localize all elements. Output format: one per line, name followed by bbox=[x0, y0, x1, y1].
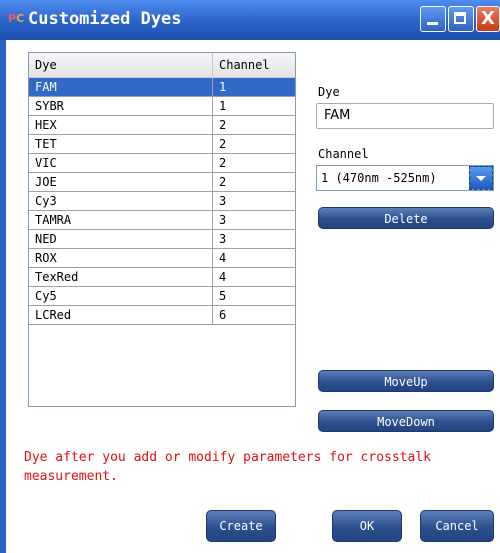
table-body: FAM 1 SYBR 1 HEX 2 TET 2 VIC 2 JOE 2 Cy3 3 TAMRA 3 NED 3 R… bbox=[29, 78, 295, 325]
channel-select[interactable]: 1 (470nm -525nm) bbox=[316, 165, 494, 191]
column-header-channel[interactable]: Channel bbox=[213, 53, 293, 77]
app-icon-letter-c: C bbox=[16, 12, 25, 25]
close-button[interactable]: X bbox=[476, 6, 500, 32]
table-row[interactable]: TAMRA 3 bbox=[29, 211, 295, 230]
table-row[interactable]: ROX 4 bbox=[29, 249, 295, 268]
table-row[interactable]: FAM 1 bbox=[29, 78, 295, 97]
table-row[interactable]: HEX 2 bbox=[29, 116, 295, 135]
create-button[interactable]: Create bbox=[206, 510, 276, 542]
cell-channel: 2 bbox=[219, 118, 227, 132]
chevron-down-icon bbox=[476, 176, 486, 181]
channel-label: Channel bbox=[318, 147, 369, 161]
cell-dye: Cy5 bbox=[29, 287, 213, 305]
table-row[interactable]: Cy5 5 bbox=[29, 287, 295, 306]
cell-channel: 6 bbox=[219, 308, 227, 322]
dye-label: Dye bbox=[318, 85, 340, 99]
cancel-button[interactable]: Cancel bbox=[420, 510, 494, 542]
dropdown-button[interactable] bbox=[469, 166, 493, 190]
minimize-icon bbox=[427, 22, 438, 25]
table-row[interactable]: NED 3 bbox=[29, 230, 295, 249]
table-header: Dye Channel bbox=[29, 53, 295, 78]
dye-input[interactable]: FAM bbox=[316, 103, 494, 129]
table-row[interactable]: SYBR 1 bbox=[29, 97, 295, 116]
cell-channel: 4 bbox=[219, 270, 227, 284]
cell-channel: 1 bbox=[219, 80, 227, 94]
cell-dye: Cy3 bbox=[29, 192, 213, 210]
ok-button[interactable]: OK bbox=[332, 510, 402, 542]
table-row[interactable]: LCRed 6 bbox=[29, 306, 295, 325]
table-row[interactable]: TET 2 bbox=[29, 135, 295, 154]
cell-channel: 1 bbox=[219, 99, 227, 113]
cell-dye: TET bbox=[29, 135, 213, 153]
cell-channel: 4 bbox=[219, 251, 227, 265]
cell-dye: SYBR bbox=[29, 97, 213, 115]
cell-channel: 3 bbox=[219, 213, 227, 227]
maximize-button[interactable] bbox=[448, 6, 474, 32]
cell-dye: JOE bbox=[29, 173, 213, 191]
app-icon: PC bbox=[8, 12, 24, 25]
table-row[interactable]: VIC 2 bbox=[29, 154, 295, 173]
app-icon-letter-p: P bbox=[8, 12, 17, 25]
window-title: Customized Dyes bbox=[28, 9, 182, 29]
cell-dye: NED bbox=[29, 230, 213, 248]
customized-dyes-dialog: PC Customized Dyes X Dye Channel FAM 1 SYB… bbox=[0, 0, 500, 553]
cell-dye: LCRed bbox=[29, 306, 213, 324]
table-row[interactable]: Cy3 3 bbox=[29, 192, 295, 211]
title-bar[interactable]: PC Customized Dyes X bbox=[0, 0, 500, 40]
move-up-button[interactable]: MoveUp bbox=[318, 370, 494, 392]
cell-dye: ROX bbox=[29, 249, 213, 267]
maximize-icon bbox=[454, 12, 466, 24]
warning-message: Dye after you add or modify parameters f… bbox=[24, 450, 431, 484]
cell-dye: VIC bbox=[29, 154, 213, 172]
cell-channel: 2 bbox=[219, 156, 227, 170]
table-row[interactable]: JOE 2 bbox=[29, 173, 295, 192]
cell-channel: 2 bbox=[219, 175, 227, 189]
table-row[interactable]: TexRed 4 bbox=[29, 268, 295, 287]
cell-dye: HEX bbox=[29, 116, 213, 134]
cell-dye: TexRed bbox=[29, 268, 213, 286]
cell-channel: 5 bbox=[219, 289, 227, 303]
cell-channel: 2 bbox=[219, 137, 227, 151]
cell-dye: TAMRA bbox=[29, 211, 213, 229]
channel-select-value: 1 (470nm -525nm) bbox=[321, 171, 437, 185]
cell-channel: 3 bbox=[219, 232, 227, 246]
minimize-button[interactable] bbox=[420, 6, 446, 32]
close-icon: X bbox=[481, 8, 495, 29]
cell-channel: 3 bbox=[219, 194, 227, 208]
move-down-button[interactable]: MoveDown bbox=[318, 410, 494, 432]
dye-table[interactable]: Dye Channel FAM 1 SYBR 1 HEX 2 TET 2 VIC 2 JOE 2 Cy3… bbox=[28, 52, 296, 407]
delete-button[interactable]: Delete bbox=[318, 207, 494, 229]
cell-dye: FAM bbox=[29, 78, 213, 96]
column-header-dye[interactable]: Dye bbox=[29, 53, 213, 77]
